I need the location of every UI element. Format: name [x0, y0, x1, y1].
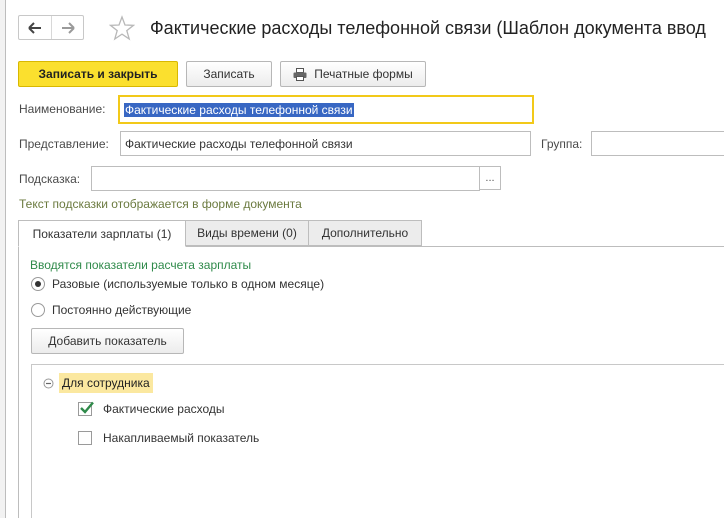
tab-bar: Показатели зарплаты (1) Виды времени (0)… [18, 220, 422, 247]
group-label: Группа: [541, 137, 583, 151]
representation-field[interactable]: Фактические расходы телефонной связи [120, 131, 531, 156]
radio-permanent[interactable]: Постоянно действующие [31, 303, 191, 317]
window-frame-left [0, 0, 6, 518]
print-forms-button[interactable]: Печатные формы [280, 61, 426, 87]
radio-one-time[interactable]: Разовые (используемые только в одном мес… [31, 277, 324, 291]
radio-one-time-label: Разовые (используемые только в одном мес… [52, 277, 325, 291]
save-and-close-button[interactable]: Записать и закрыть [18, 61, 178, 87]
group-field[interactable] [591, 131, 724, 156]
tree-group-employee[interactable]: Для сотрудника [43, 373, 153, 393]
tree-item-label: Накапливаемый показатель [103, 431, 260, 445]
checkbox-checked[interactable] [78, 401, 94, 416]
arrow-left-icon [28, 21, 41, 34]
section-title: Вводятся показатели расчета зарплаты [30, 258, 252, 272]
name-field-value: Фактические расходы телефонной связи [124, 102, 354, 117]
star-icon[interactable] [109, 15, 135, 41]
toolbar: Записать и закрыть Записать Печатные фор… [18, 61, 426, 87]
add-indicator-button[interactable]: Добавить показатель [31, 328, 184, 354]
tab-salary-indicators[interactable]: Показатели зарплаты (1) [18, 220, 186, 247]
collapse-icon[interactable] [43, 378, 54, 389]
tab-time-types[interactable]: Виды времени (0) [185, 220, 309, 246]
representation-label: Представление: [19, 137, 109, 151]
hint-label: Подсказка: [19, 172, 81, 186]
name-field[interactable]: Фактические расходы телефонной связи [118, 95, 534, 124]
tree-item-accumulated[interactable]: Накапливаемый показатель [78, 431, 259, 445]
printer-icon [293, 67, 307, 81]
check-icon [80, 401, 94, 414]
back-button[interactable] [19, 16, 51, 39]
arrow-right-icon [61, 21, 75, 34]
hint-select-button[interactable]: ... [479, 166, 501, 190]
print-forms-label: Печатные формы [314, 67, 413, 81]
checkbox[interactable] [78, 431, 92, 445]
navigation-buttons [18, 15, 84, 40]
tree-group-label: Для сотрудника [59, 373, 153, 393]
page-title: Фактические расходы телефонной связи (Ша… [150, 18, 706, 38]
radio-button-selected[interactable] [31, 277, 45, 291]
name-label: Наименование: [19, 102, 106, 116]
title-bar: Фактические расходы телефонной связи (Ша… [6, 0, 724, 56]
tree-item-actual-expenses[interactable]: Фактические расходы [78, 401, 225, 416]
tab-additional[interactable]: Дополнительно [308, 220, 422, 246]
forward-button[interactable] [51, 16, 83, 39]
radio-button[interactable] [31, 303, 45, 317]
hint-field[interactable] [91, 166, 480, 191]
tree-item-label: Фактические расходы [103, 402, 225, 416]
radio-permanent-label: Постоянно действующие [52, 303, 192, 317]
hint-note: Текст подсказки отображается в форме док… [19, 197, 302, 211]
save-button[interactable]: Записать [186, 61, 272, 87]
indicators-tree: Для сотрудника Фактические расходы Накап… [31, 364, 724, 518]
